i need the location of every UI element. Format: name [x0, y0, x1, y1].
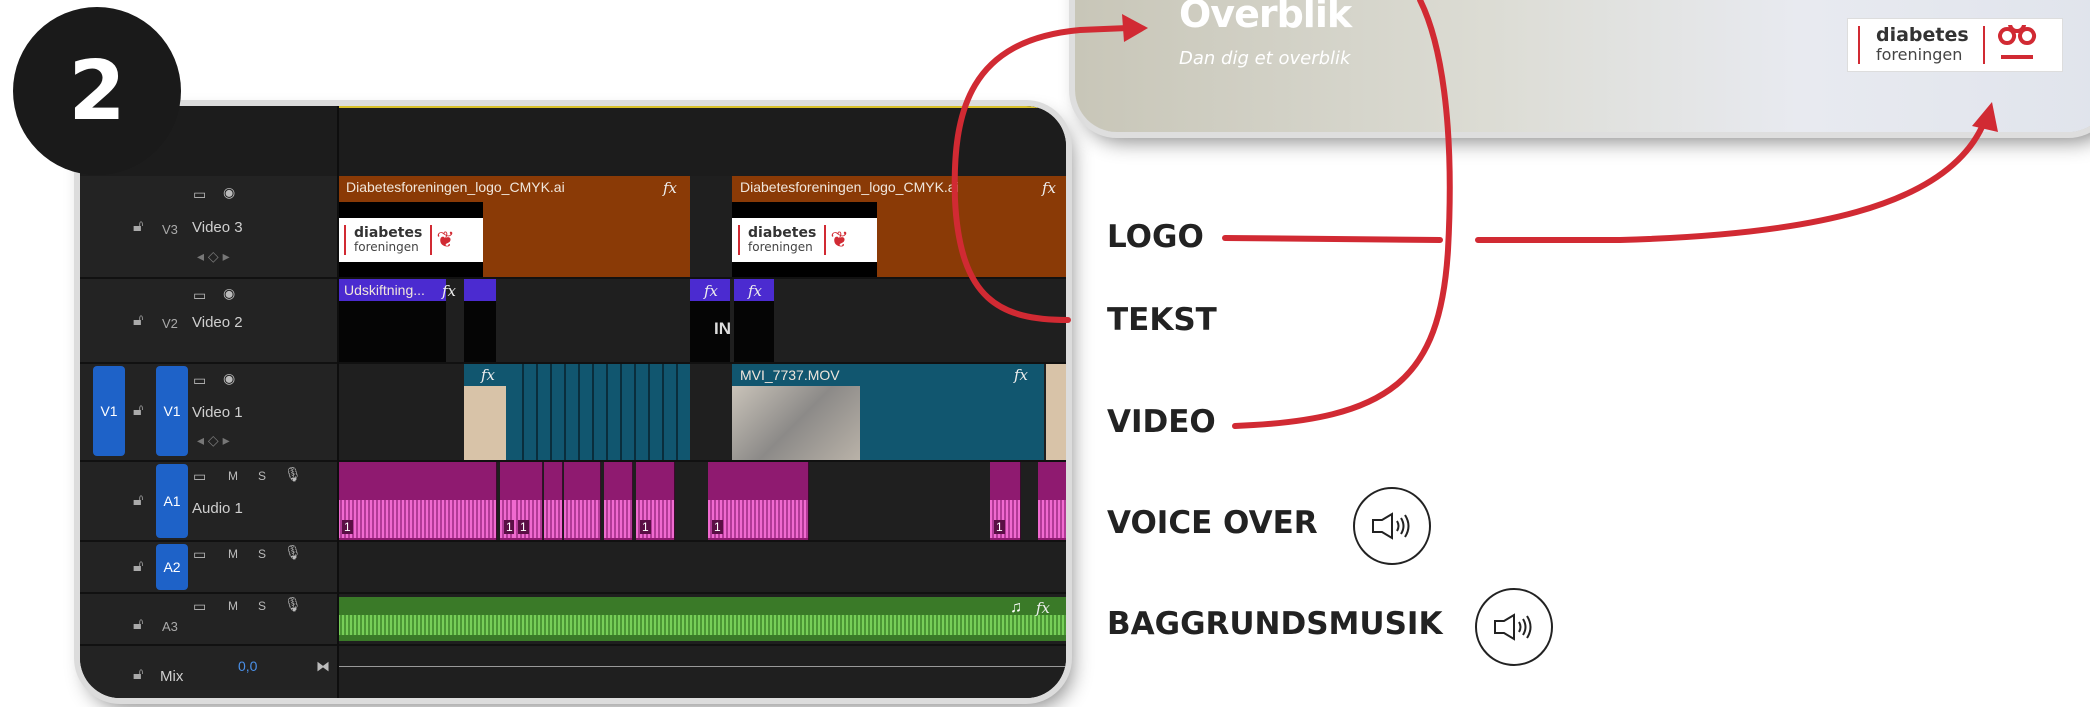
step-badge: 2	[13, 7, 181, 175]
arrow-video	[1232, 0, 1453, 429]
arrowhead-tekst	[1122, 14, 1148, 42]
step-number: 2	[68, 43, 126, 139]
annotation-arrows	[951, 0, 1998, 429]
arrowhead-logo	[1972, 102, 1998, 132]
arrow-logo-left	[1222, 235, 1443, 243]
arrow-tekst	[951, 25, 1131, 323]
arrow-logo-right	[1475, 117, 1988, 243]
